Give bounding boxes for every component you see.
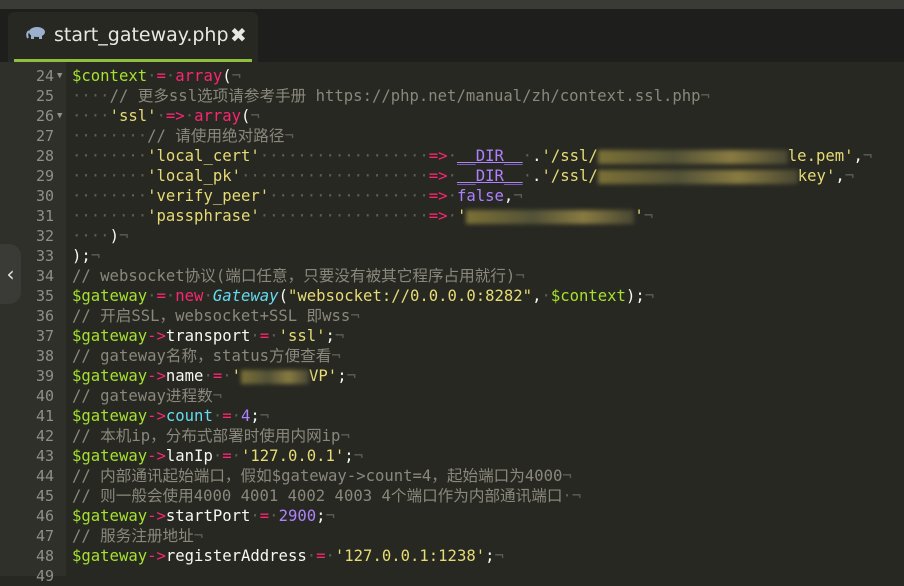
code-line: // 则一般会使用4000 4001 4002 4003 4个端口作为内部通讯端… (72, 487, 582, 505)
tab-title: start_gateway.php (54, 24, 229, 46)
line-number: 30 (35, 187, 54, 205)
line-number: 29 (35, 167, 54, 185)
line-number: 48 (35, 547, 54, 565)
line-number: 46 (35, 507, 54, 525)
code-line: $gateway->lanIp·=·'127.0.0.1';¬ (72, 447, 364, 465)
code-line: $context·=·array(¬ (72, 67, 242, 85)
chevron-left-icon: ‹ (6, 262, 15, 286)
code-line: $gateway->count·=·4;¬ (72, 407, 270, 425)
line-number: 47 (35, 527, 54, 545)
code-line: ····'ssl'·=>·array(¬ (72, 107, 260, 125)
fold-arrow-icon[interactable]: ▼ (57, 106, 62, 126)
code-line: ········'verify_peer'·················=>… (72, 187, 523, 205)
code-line: ········'local_cert'··················=>… (72, 147, 873, 165)
tab-start-gateway[interactable]: start_gateway.php ✖ (8, 12, 258, 62)
code-line: // 内部通讯起始端口，假如$gateway->count=4，起始端口为400… (72, 467, 572, 485)
line-number: 43 (35, 447, 54, 465)
sidebar-toggle-button[interactable]: ‹ (0, 244, 21, 304)
redacted-text (597, 149, 788, 164)
line-number: 25 (35, 87, 54, 105)
code-line: // websocket协议(端口任意，只要没有被其它程序占用就行)¬ (72, 267, 525, 285)
line-number: 40 (35, 387, 54, 405)
code-line: $gateway->registerAddress·=·'127.0.0.1:1… (72, 547, 504, 565)
code-line: $gateway->transport·=·'ssl';¬ (72, 327, 345, 345)
code-line: ········// 请使用绝对路径¬ (72, 127, 294, 145)
line-number: 36 (35, 307, 54, 325)
line-number: 37 (35, 327, 54, 345)
code-line: ····// 更多ssl选项请参考手册 https://php.net/manu… (72, 87, 710, 105)
line-number: 38 (35, 347, 54, 365)
tab-bar-strip (0, 0, 904, 9)
line-number: 27 (35, 127, 54, 145)
tab-bar: start_gateway.php ✖ (0, 0, 904, 62)
code-editor[interactable]: $context·=·array(¬ ····// 更多ssl选项请参考手册 h… (72, 62, 904, 576)
code-line: // gateway进程数¬ (72, 387, 223, 405)
redacted-text (241, 369, 310, 384)
code-line: ········'passphrase'··················=>… (72, 207, 654, 225)
code-line: );¬ (72, 247, 101, 265)
line-number: 44 (35, 467, 54, 485)
line-number: 28 (35, 147, 54, 165)
line-number: 39 (35, 367, 54, 385)
code-line: $gateway·=·new·Gateway("websocket://0.0.… (72, 287, 655, 305)
line-number: 24 (35, 67, 54, 85)
close-icon[interactable]: ✖ (230, 23, 247, 47)
line-number: 26 (35, 107, 54, 125)
code-line: // gateway名称，status方便查看¬ (72, 347, 341, 365)
line-number: 45 (35, 487, 54, 505)
line-number-gutter: 24 25 26 27 28 29 30 31 32 33 34 35 36 3… (0, 62, 66, 585)
php-elephant-icon (26, 27, 45, 39)
redacted-text (466, 209, 635, 224)
line-number: 31 (35, 207, 54, 225)
line-number: 32 (35, 227, 54, 245)
code-line: ····)¬ (72, 227, 129, 245)
code-line: // 本机ip，分布式部署时使用内网ip¬ (72, 427, 350, 445)
redacted-text (597, 169, 798, 184)
fold-arrow-icon[interactable]: ▼ (57, 66, 62, 86)
code-line: $gateway->startPort·=·2900;¬ (72, 507, 335, 525)
code-line: $gateway->name·=·' VP';¬ (72, 367, 356, 385)
code-line: ········'local_pk'····················=>… (72, 167, 855, 185)
line-number: 49 (35, 567, 54, 585)
line-number: 41 (35, 407, 54, 425)
line-number: 42 (35, 427, 54, 445)
code-line: // 服务注册地址¬ (72, 527, 204, 545)
code-line: // 开启SSL，websocket+SSL 即wss¬ (72, 307, 360, 325)
